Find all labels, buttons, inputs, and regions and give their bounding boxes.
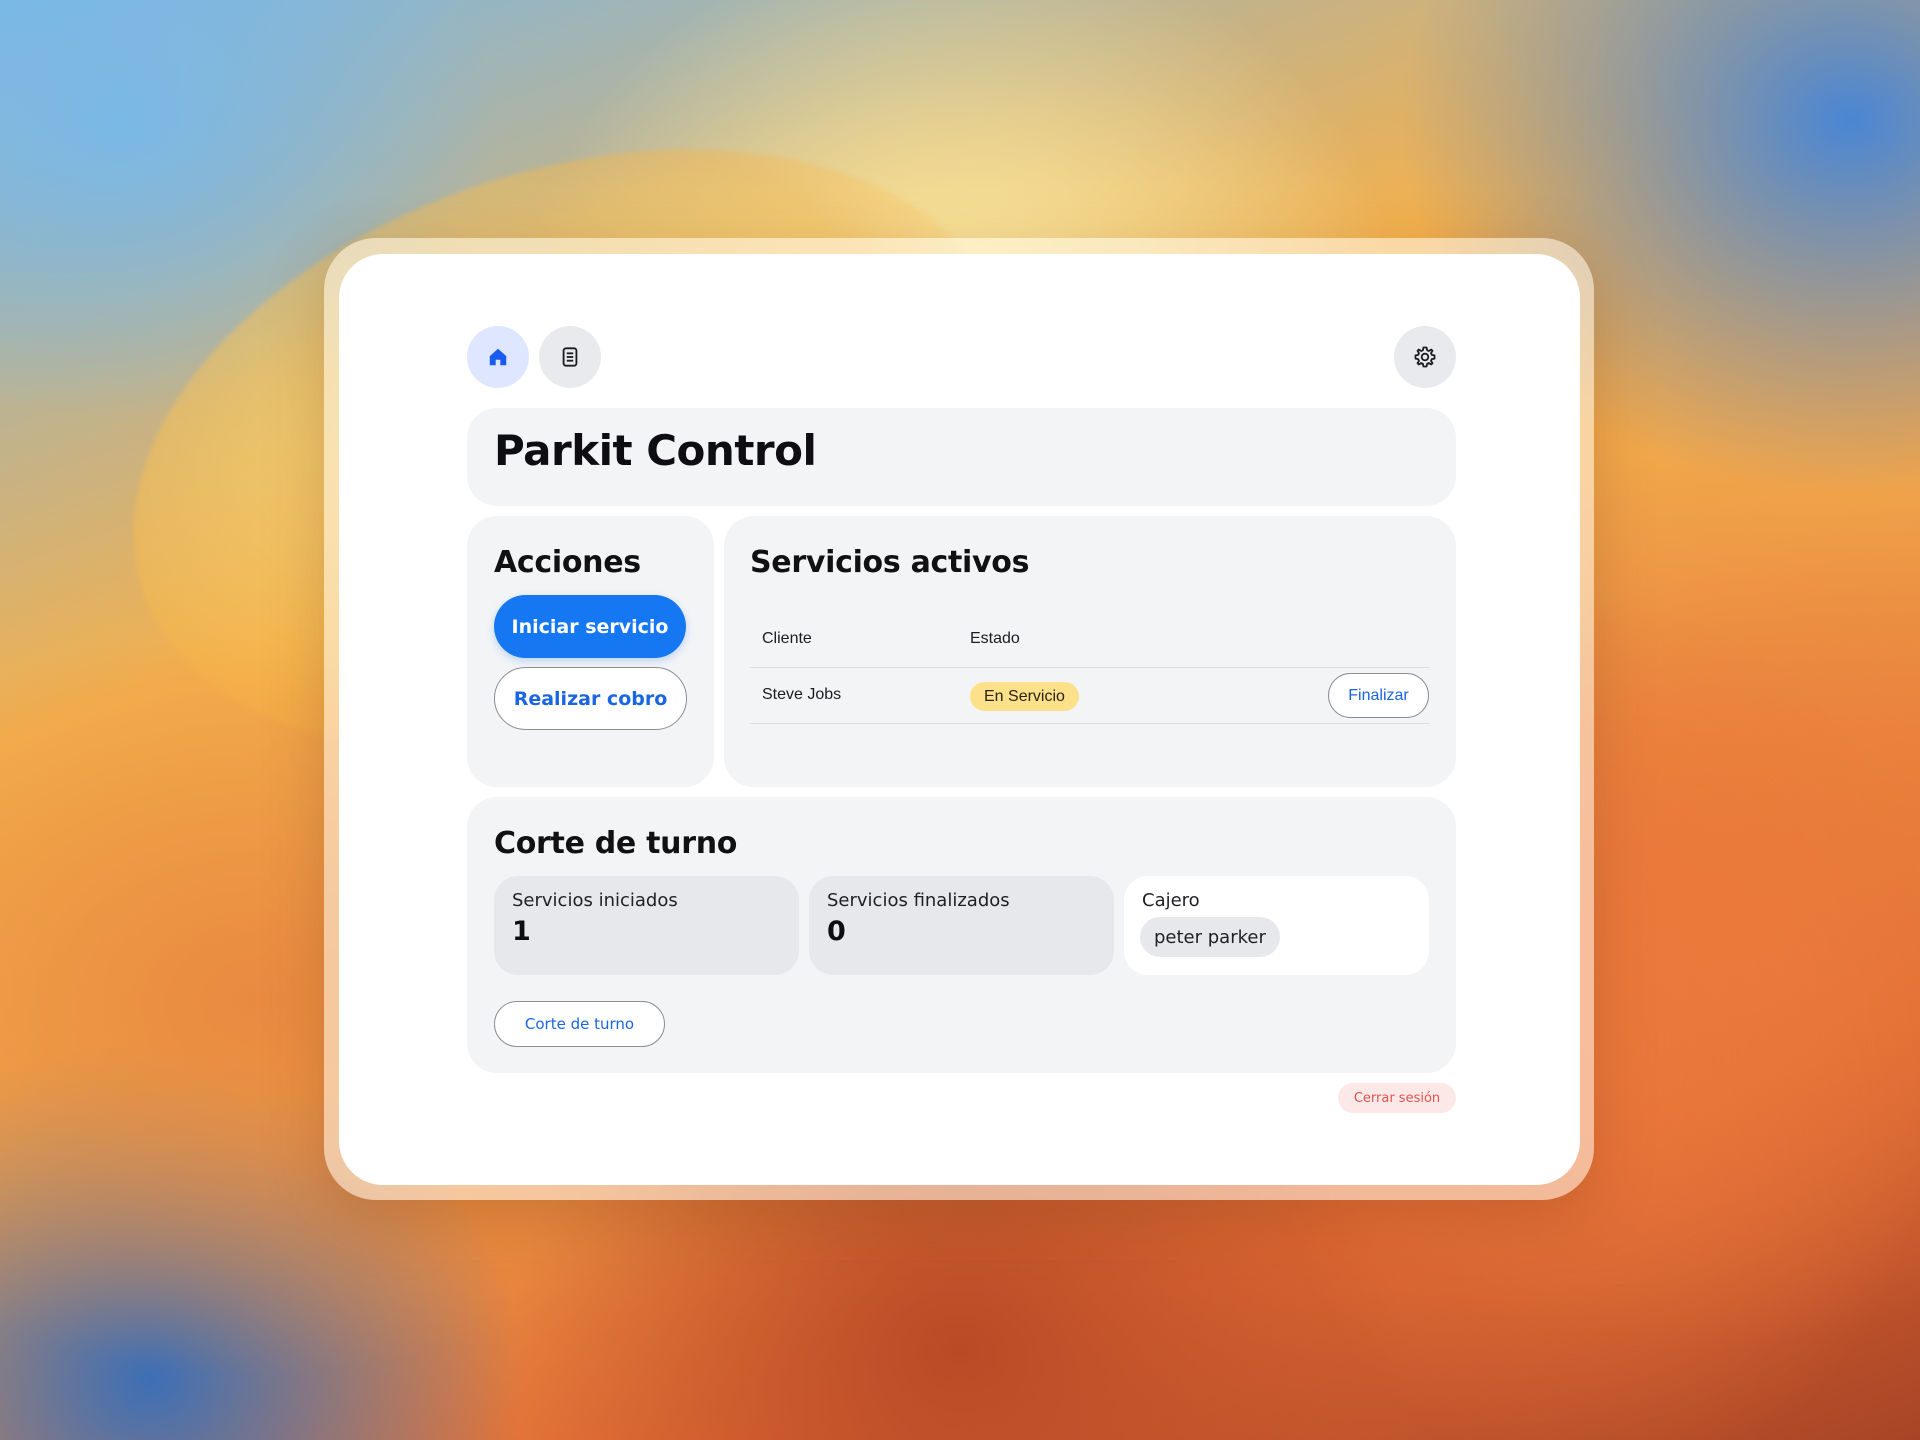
charge-button[interactable]: Realizar cobro (494, 667, 687, 730)
services-finished-card: Servicios finalizados 0 (809, 876, 1114, 975)
home-icon (489, 348, 507, 366)
services-finished-label: Servicios finalizados (827, 890, 1010, 911)
finish-button[interactable]: Finalizar (1328, 673, 1429, 718)
services-started-card: Servicios iniciados 1 (494, 876, 799, 975)
settings-button[interactable] (1394, 326, 1456, 388)
active-services-heading: Servicios activos (750, 545, 1030, 580)
logout-button[interactable]: Cerrar sesión (1338, 1083, 1456, 1113)
nav-document-button[interactable] (539, 326, 601, 388)
cashier-card: Cajero peter parker (1124, 876, 1429, 975)
cashier-label: Cajero (1142, 890, 1200, 911)
services-finished-value: 0 (827, 916, 846, 947)
shift-cut-button[interactable]: Corte de turno (494, 1001, 665, 1047)
client-name: Steve Jobs (762, 686, 842, 703)
gear-icon (1414, 346, 1436, 368)
cashier-chip: peter parker (1140, 917, 1280, 957)
table-divider (750, 723, 1429, 724)
table-divider (750, 667, 1429, 668)
services-started-label: Servicios iniciados (512, 890, 678, 911)
column-header-status: Estado (970, 630, 1020, 647)
page-title: Parkit Control (494, 426, 817, 475)
nav-home-button[interactable] (467, 326, 529, 388)
start-service-button[interactable]: Iniciar servicio (494, 595, 686, 658)
column-header-client: Cliente (762, 630, 812, 647)
status-badge: En Servicio (970, 682, 1079, 711)
document-icon (562, 347, 578, 367)
shift-heading: Corte de turno (494, 826, 738, 861)
services-started-value: 1 (512, 916, 531, 947)
actions-heading: Acciones (494, 545, 641, 580)
